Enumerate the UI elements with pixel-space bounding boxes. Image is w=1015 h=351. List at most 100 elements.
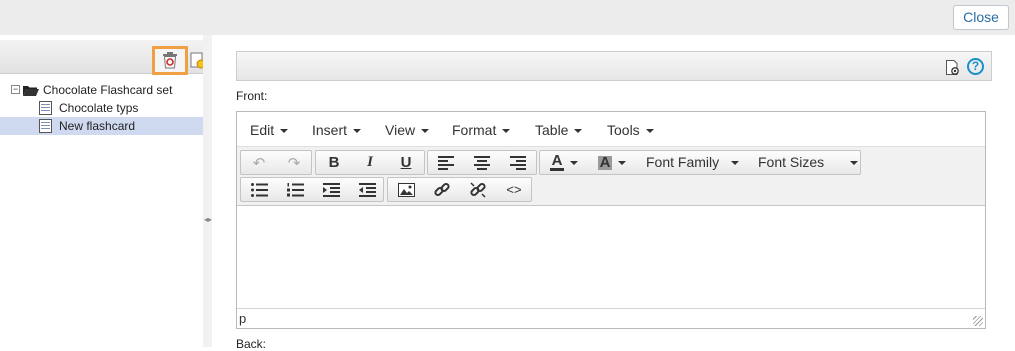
caret-down-icon xyxy=(731,161,740,166)
delete-button[interactable] xyxy=(152,46,188,75)
align-right-icon xyxy=(510,155,526,170)
image-icon xyxy=(397,182,415,197)
front-label: Front: xyxy=(236,89,268,103)
align-left-button[interactable] xyxy=(429,151,463,174)
source-code-button[interactable]: <> xyxy=(497,178,531,201)
splitter-grip-icon: ◂▸ xyxy=(204,215,213,224)
caret-down-icon xyxy=(421,129,430,134)
undo-icon: ↶ xyxy=(252,154,266,172)
bullet-list-icon xyxy=(250,182,268,197)
caret-down-icon xyxy=(570,160,579,165)
tree-panel: − Chocolate Flashcard set Chocolate typs xyxy=(0,35,203,347)
close-button[interactable]: Close xyxy=(953,5,1009,30)
italic-button[interactable]: I xyxy=(353,151,387,174)
editor-menubar: Edit Insert View Format Table Tools xyxy=(237,112,985,147)
unlink-icon xyxy=(470,181,486,198)
background-color-button[interactable]: A xyxy=(592,151,632,174)
background-color-icon: A xyxy=(597,153,613,171)
text-color-icon: A xyxy=(549,152,565,171)
element-path[interactable]: p xyxy=(239,311,246,326)
bullet-list-button[interactable] xyxy=(242,178,276,201)
insert-link-button[interactable] xyxy=(425,178,459,201)
align-center-button[interactable] xyxy=(465,151,499,174)
back-label: Back: xyxy=(236,337,267,351)
menu-insert[interactable]: Insert xyxy=(312,122,362,138)
font-sizes-dropdown[interactable]: Font Sizes xyxy=(758,151,859,174)
tree-item-label: New flashcard xyxy=(59,119,136,133)
numbered-list-button[interactable] xyxy=(278,178,312,201)
card-icon xyxy=(39,101,52,115)
font-family-dropdown[interactable]: Font Family xyxy=(646,151,740,174)
bold-button[interactable]: B xyxy=(317,151,351,174)
tree-toolbar xyxy=(0,40,203,75)
collapse-toggle[interactable]: − xyxy=(11,85,20,94)
help-icon[interactable]: ? xyxy=(967,58,984,75)
caret-down-icon xyxy=(618,160,627,165)
tree-item-label: Chocolate typs xyxy=(59,101,139,115)
align-left-icon xyxy=(438,155,454,170)
unlink-button[interactable] xyxy=(461,178,495,201)
menu-table[interactable]: Table xyxy=(535,122,583,138)
caret-down-icon xyxy=(645,129,654,134)
italic-icon: I xyxy=(367,154,373,170)
underline-button[interactable]: U xyxy=(389,151,423,174)
tree-item-chocolate-typs[interactable]: Chocolate typs xyxy=(0,99,203,117)
menu-label: Tools xyxy=(607,122,640,138)
numbered-list-icon xyxy=(286,182,304,196)
menu-label: Format xyxy=(452,122,497,138)
menu-label: Table xyxy=(535,122,569,138)
menu-format[interactable]: Format xyxy=(452,122,511,138)
panel-splitter[interactable]: ◂▸ xyxy=(203,35,212,347)
tree-item-new-flashcard[interactable]: New flashcard xyxy=(0,117,203,135)
folder-open-icon xyxy=(23,86,39,96)
tree-item-label: Chocolate Flashcard set xyxy=(43,83,173,97)
editor-toolbar: ↶ ↷ B I U A A Font Family Font Sizes <> xyxy=(237,147,985,206)
caret-down-icon xyxy=(353,129,362,134)
bold-icon: B xyxy=(328,154,340,171)
card-icon xyxy=(39,119,52,133)
front-editor: Edit Insert View Format Table Tools ↶ ↷ … xyxy=(236,111,986,329)
redo-icon: ↷ xyxy=(287,154,301,172)
menu-label: Insert xyxy=(312,122,348,138)
editor-statusbar: p xyxy=(237,308,985,328)
menu-label: Edit xyxy=(250,122,275,138)
undo-button[interactable]: ↶ xyxy=(242,151,276,174)
add-page-icon xyxy=(190,52,203,69)
text-color-button[interactable]: A xyxy=(544,151,584,174)
indent-icon xyxy=(358,182,376,197)
align-center-icon xyxy=(474,155,490,170)
format-group: B I U xyxy=(315,150,425,175)
insert-group: <> xyxy=(387,177,532,202)
underline-icon: U xyxy=(400,154,412,171)
caret-down-icon xyxy=(502,129,511,134)
menu-tools[interactable]: Tools xyxy=(607,122,654,138)
top-bar: Close xyxy=(0,0,1015,35)
tree-item-root[interactable]: − Chocolate Flashcard set xyxy=(0,81,203,99)
menu-view[interactable]: View xyxy=(385,122,430,138)
menu-edit[interactable]: Edit xyxy=(250,122,289,138)
align-right-button[interactable] xyxy=(501,151,535,174)
outdent-button[interactable] xyxy=(314,178,348,201)
indent-button[interactable] xyxy=(350,178,384,201)
history-group: ↶ ↷ xyxy=(240,150,312,175)
caret-down-icon xyxy=(280,129,289,134)
caret-down-icon xyxy=(574,129,583,134)
add-card-button[interactable] xyxy=(190,52,203,70)
link-icon xyxy=(434,182,450,196)
resize-handle-icon[interactable] xyxy=(973,316,983,326)
font-group: A A Font Family Font Sizes xyxy=(539,150,861,175)
trash-icon xyxy=(163,52,177,69)
redo-button[interactable]: ↷ xyxy=(277,151,311,174)
align-group xyxy=(427,150,537,175)
preview-icon[interactable] xyxy=(945,59,961,76)
menu-label: View xyxy=(385,122,416,138)
font-sizes-label: Font Sizes xyxy=(758,154,825,170)
list-group xyxy=(240,177,384,202)
insert-image-button[interactable] xyxy=(389,178,423,201)
code-icon: <> xyxy=(506,182,522,197)
card-header: ? xyxy=(236,51,992,81)
editor-content[interactable] xyxy=(237,207,985,307)
font-family-label: Font Family xyxy=(646,154,720,170)
caret-down-icon xyxy=(850,161,859,166)
outdent-icon xyxy=(322,182,340,197)
